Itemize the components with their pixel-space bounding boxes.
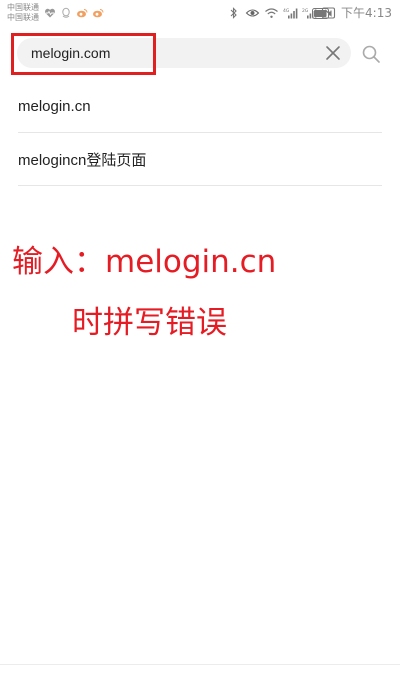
bluetooth-icon [230,7,237,19]
annotation-line-1: 输入：melogin.cn [12,244,277,280]
search-highlight-box [11,33,156,75]
notification-icons [44,7,104,19]
suggestion-item[interactable]: melogincn登陆页面 [18,133,382,186]
carrier-info: 中国联通 中国联通 [7,3,39,23]
weibo-icon [77,9,88,18]
annotation-line-2: 时拼写错误 [72,305,227,341]
close-icon[interactable] [325,45,341,61]
wifi-icon [265,8,278,18]
suggestion-label: melogin.cn [18,97,91,115]
svg-text:2G: 2G [302,8,309,14]
bottom-divider [0,664,400,665]
suggestion-label: melogincn登陆页面 [18,151,147,169]
status-time: 下午4:13 [341,6,392,20]
qq-icon [62,7,70,18]
browser-screen: 中国联通 中国联通 4G 2G 下午4:13 melogin.com melog… [0,0,400,673]
signal-4g-icon: 4G [283,8,298,19]
weibo-icon [93,9,104,18]
eye-comfort-icon [245,9,260,17]
status-bar: 中国联通 中国联通 4G 2G 下午4:13 [0,0,400,28]
svg-text:4G: 4G [283,8,290,14]
battery-icon [312,8,331,19]
suggestion-list: melogin.cn melogincn登陆页面 [18,80,382,186]
carrier-1: 中国联通 [7,3,39,12]
search-icon[interactable] [361,44,381,64]
suggestion-item[interactable]: melogin.cn [18,80,382,133]
heart-rate-icon [45,8,55,18]
carrier-2: 中国联通 [7,13,39,22]
